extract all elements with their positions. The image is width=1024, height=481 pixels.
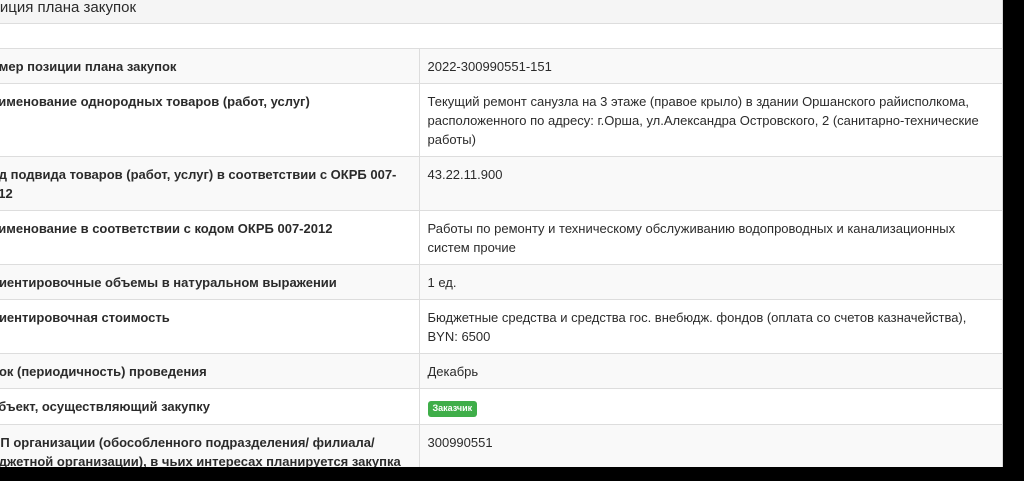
row-value: 300990551 (419, 424, 1002, 467)
panel-spacer (0, 24, 1002, 49)
purchase-plan-position-panel: зиция плана закупок омер позиции плана з… (0, 0, 1003, 467)
table-row: убъект, осуществляющий закупку Заказчик (0, 388, 1002, 425)
row-value: Текущий ремонт санузла на 3 этаже (право… (419, 83, 1002, 157)
table-row: рок (периодичность) проведения Декабрь (0, 353, 1002, 389)
table-row: аименование однородных товаров (работ, у… (0, 83, 1002, 157)
row-label: риентировочные объемы в натуральном выра… (0, 264, 420, 300)
customer-badge: Заказчик (427, 401, 478, 417)
table-row: омер позиции плана закупок 2022-30099055… (0, 49, 1002, 84)
row-label: омер позиции плана закупок (0, 49, 420, 84)
row-value: 43.22.11.900 (419, 156, 1002, 211)
row-value: Бюджетные средства и средства гос. внебю… (419, 299, 1002, 354)
row-label: риентировочная стоимость (0, 299, 420, 354)
row-value: Декабрь (419, 353, 1002, 389)
row-value: Работы по ремонту и техническому обслужи… (419, 210, 1002, 265)
row-value: Заказчик (419, 388, 1002, 425)
panel-title: зиция плана закупок (0, 0, 137, 16)
row-value: 1 ед. (419, 264, 1002, 300)
row-label: од подвида товаров (работ, услуг) в соот… (0, 156, 420, 211)
table-row: од подвида товаров (работ, услуг) в соот… (0, 156, 1002, 211)
panel-heading: зиция плана закупок (0, 0, 1002, 24)
row-label: НП организации (обособленного подразделе… (0, 424, 420, 467)
row-label: убъект, осуществляющий закупку (0, 388, 420, 425)
table-row: аименование в соответствии с кодом ОКРБ … (0, 210, 1002, 265)
table-row: риентировочная стоимость Бюджетные средс… (0, 299, 1002, 354)
table-row: риентировочные объемы в натуральном выра… (0, 264, 1002, 300)
details-table: омер позиции плана закупок 2022-30099055… (0, 49, 1002, 467)
row-label: аименование однородных товаров (работ, у… (0, 83, 420, 157)
row-label: аименование в соответствии с кодом ОКРБ … (0, 210, 420, 265)
table-row: НП организации (обособленного подразделе… (0, 424, 1002, 467)
row-label: рок (периодичность) проведения (0, 353, 420, 389)
row-value: 2022-300990551-151 (419, 49, 1002, 84)
